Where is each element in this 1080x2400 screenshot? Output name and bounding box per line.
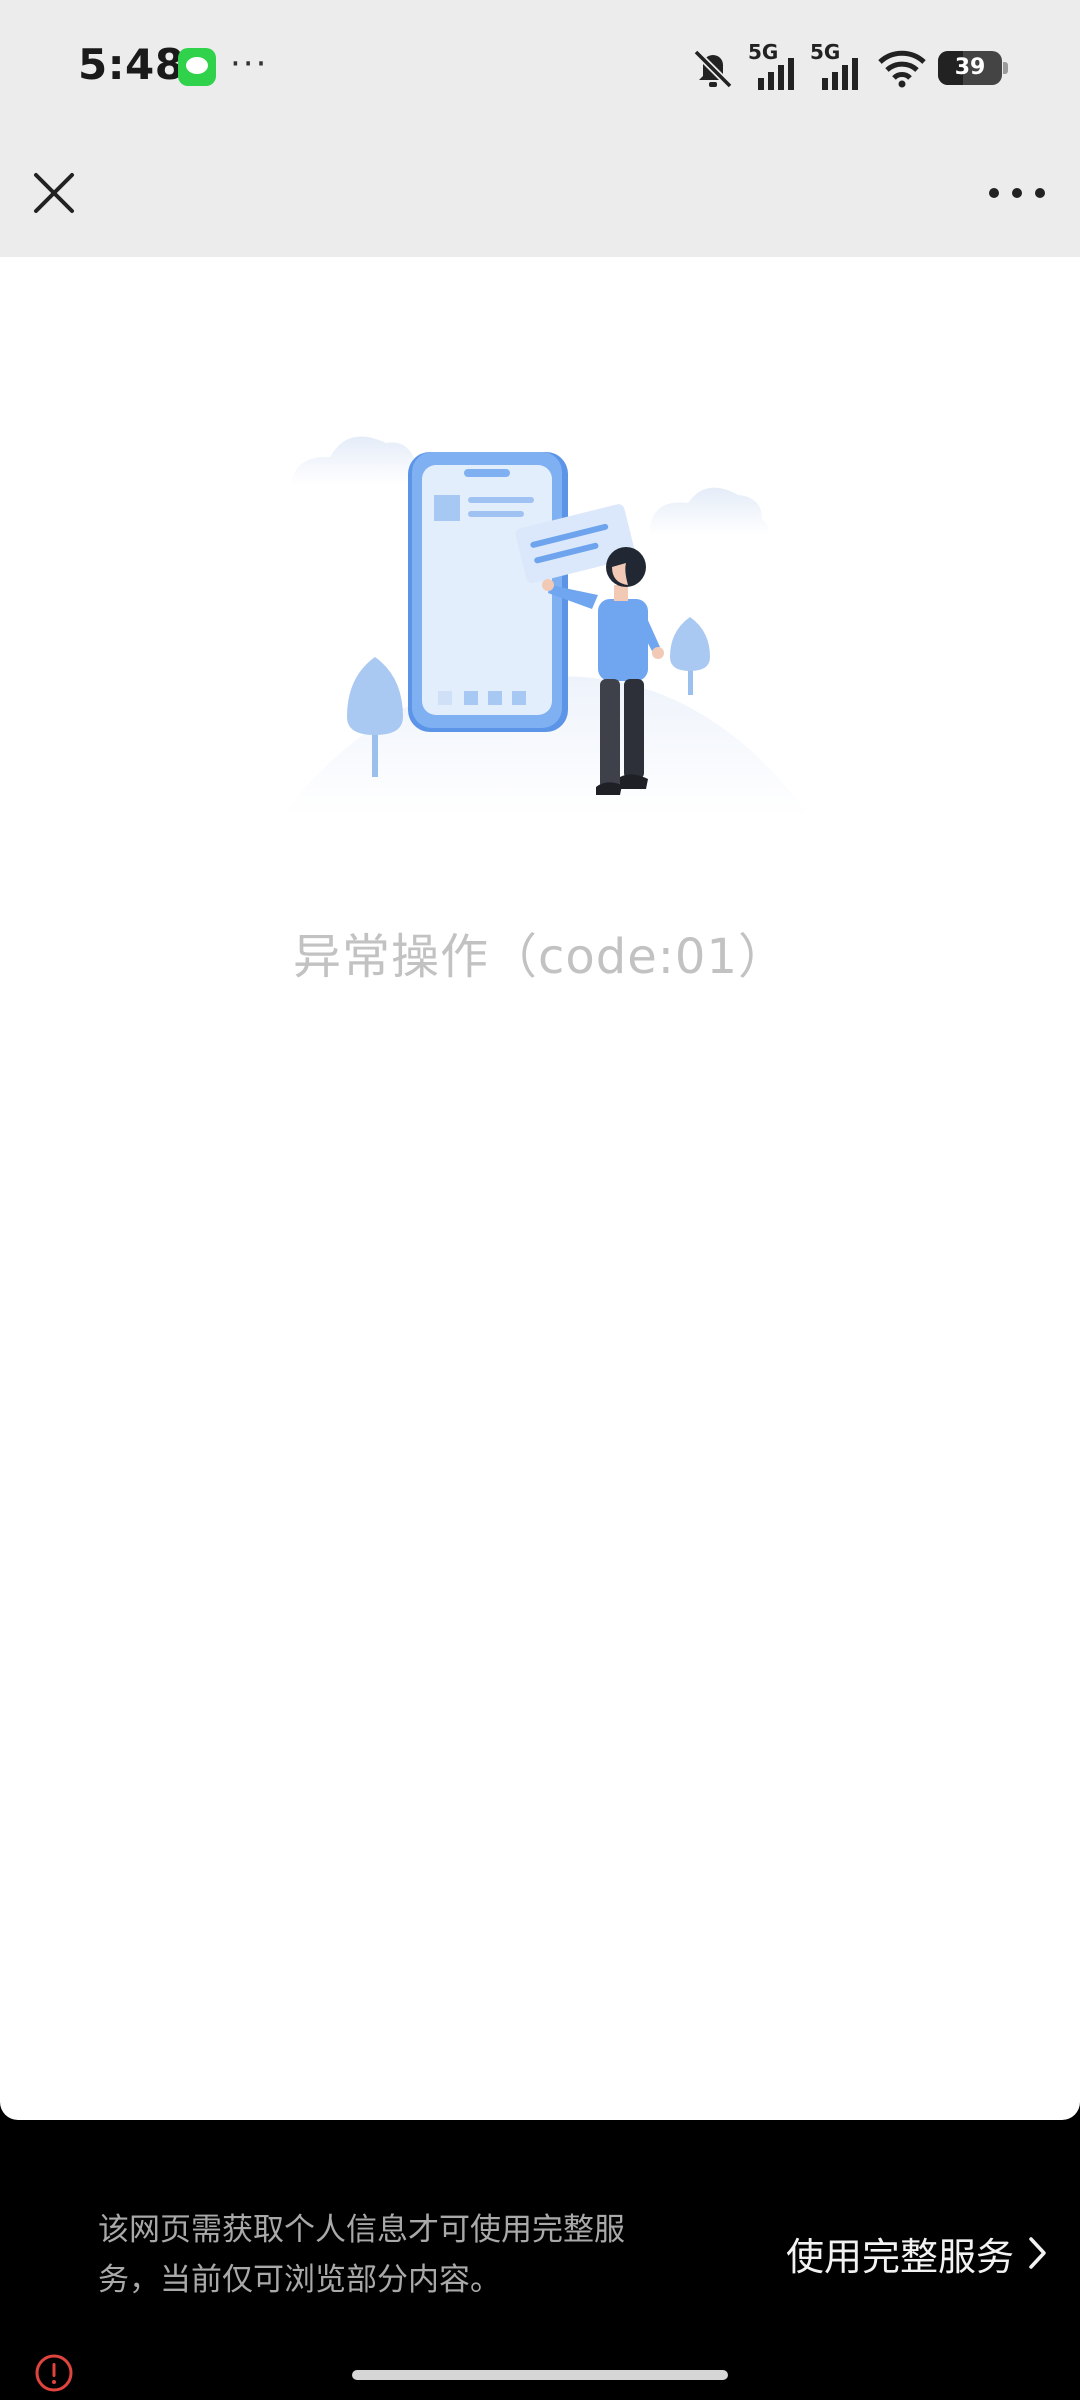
message-icon bbox=[178, 48, 216, 86]
nav-bar bbox=[0, 137, 1080, 257]
error-message: 异常操作（code:01） bbox=[292, 929, 787, 985]
more-options-button[interactable] bbox=[984, 173, 1050, 213]
signal-icon: 5G bbox=[748, 40, 800, 90]
battery-level: 39 bbox=[954, 55, 986, 80]
home-indicator[interactable] bbox=[352, 2370, 728, 2380]
error-illustration bbox=[280, 436, 810, 817]
use-full-service-button[interactable]: 使用完整服务 bbox=[786, 2225, 1048, 2281]
use-full-service-label: 使用完整服务 bbox=[785, 2234, 1014, 2279]
status-more-notifications: ··· bbox=[230, 44, 269, 84]
page-content: 异常操作（code:01） bbox=[0, 257, 1080, 2120]
privacy-notice-text: 该网页需获取个人信息才可使用完整服务，当前仅可浏览部分内容。 bbox=[98, 2212, 625, 2298]
close-button[interactable] bbox=[28, 167, 80, 219]
status-icons: 5G 5G 39 bbox=[688, 38, 1008, 98]
mute-icon bbox=[693, 49, 733, 89]
close-icon bbox=[34, 173, 74, 213]
warning-icon bbox=[35, 2354, 73, 2392]
chevron-right-icon bbox=[1029, 2237, 1046, 2269]
wifi-icon bbox=[878, 50, 926, 88]
battery-icon: 39 bbox=[938, 51, 1008, 85]
status-time: 5:48 bbox=[78, 40, 185, 89]
signal-icon: 5G bbox=[810, 40, 866, 90]
more-icon bbox=[989, 188, 1045, 198]
status-bar: 5:48 ··· 5G 5G 39 bbox=[0, 0, 1080, 137]
